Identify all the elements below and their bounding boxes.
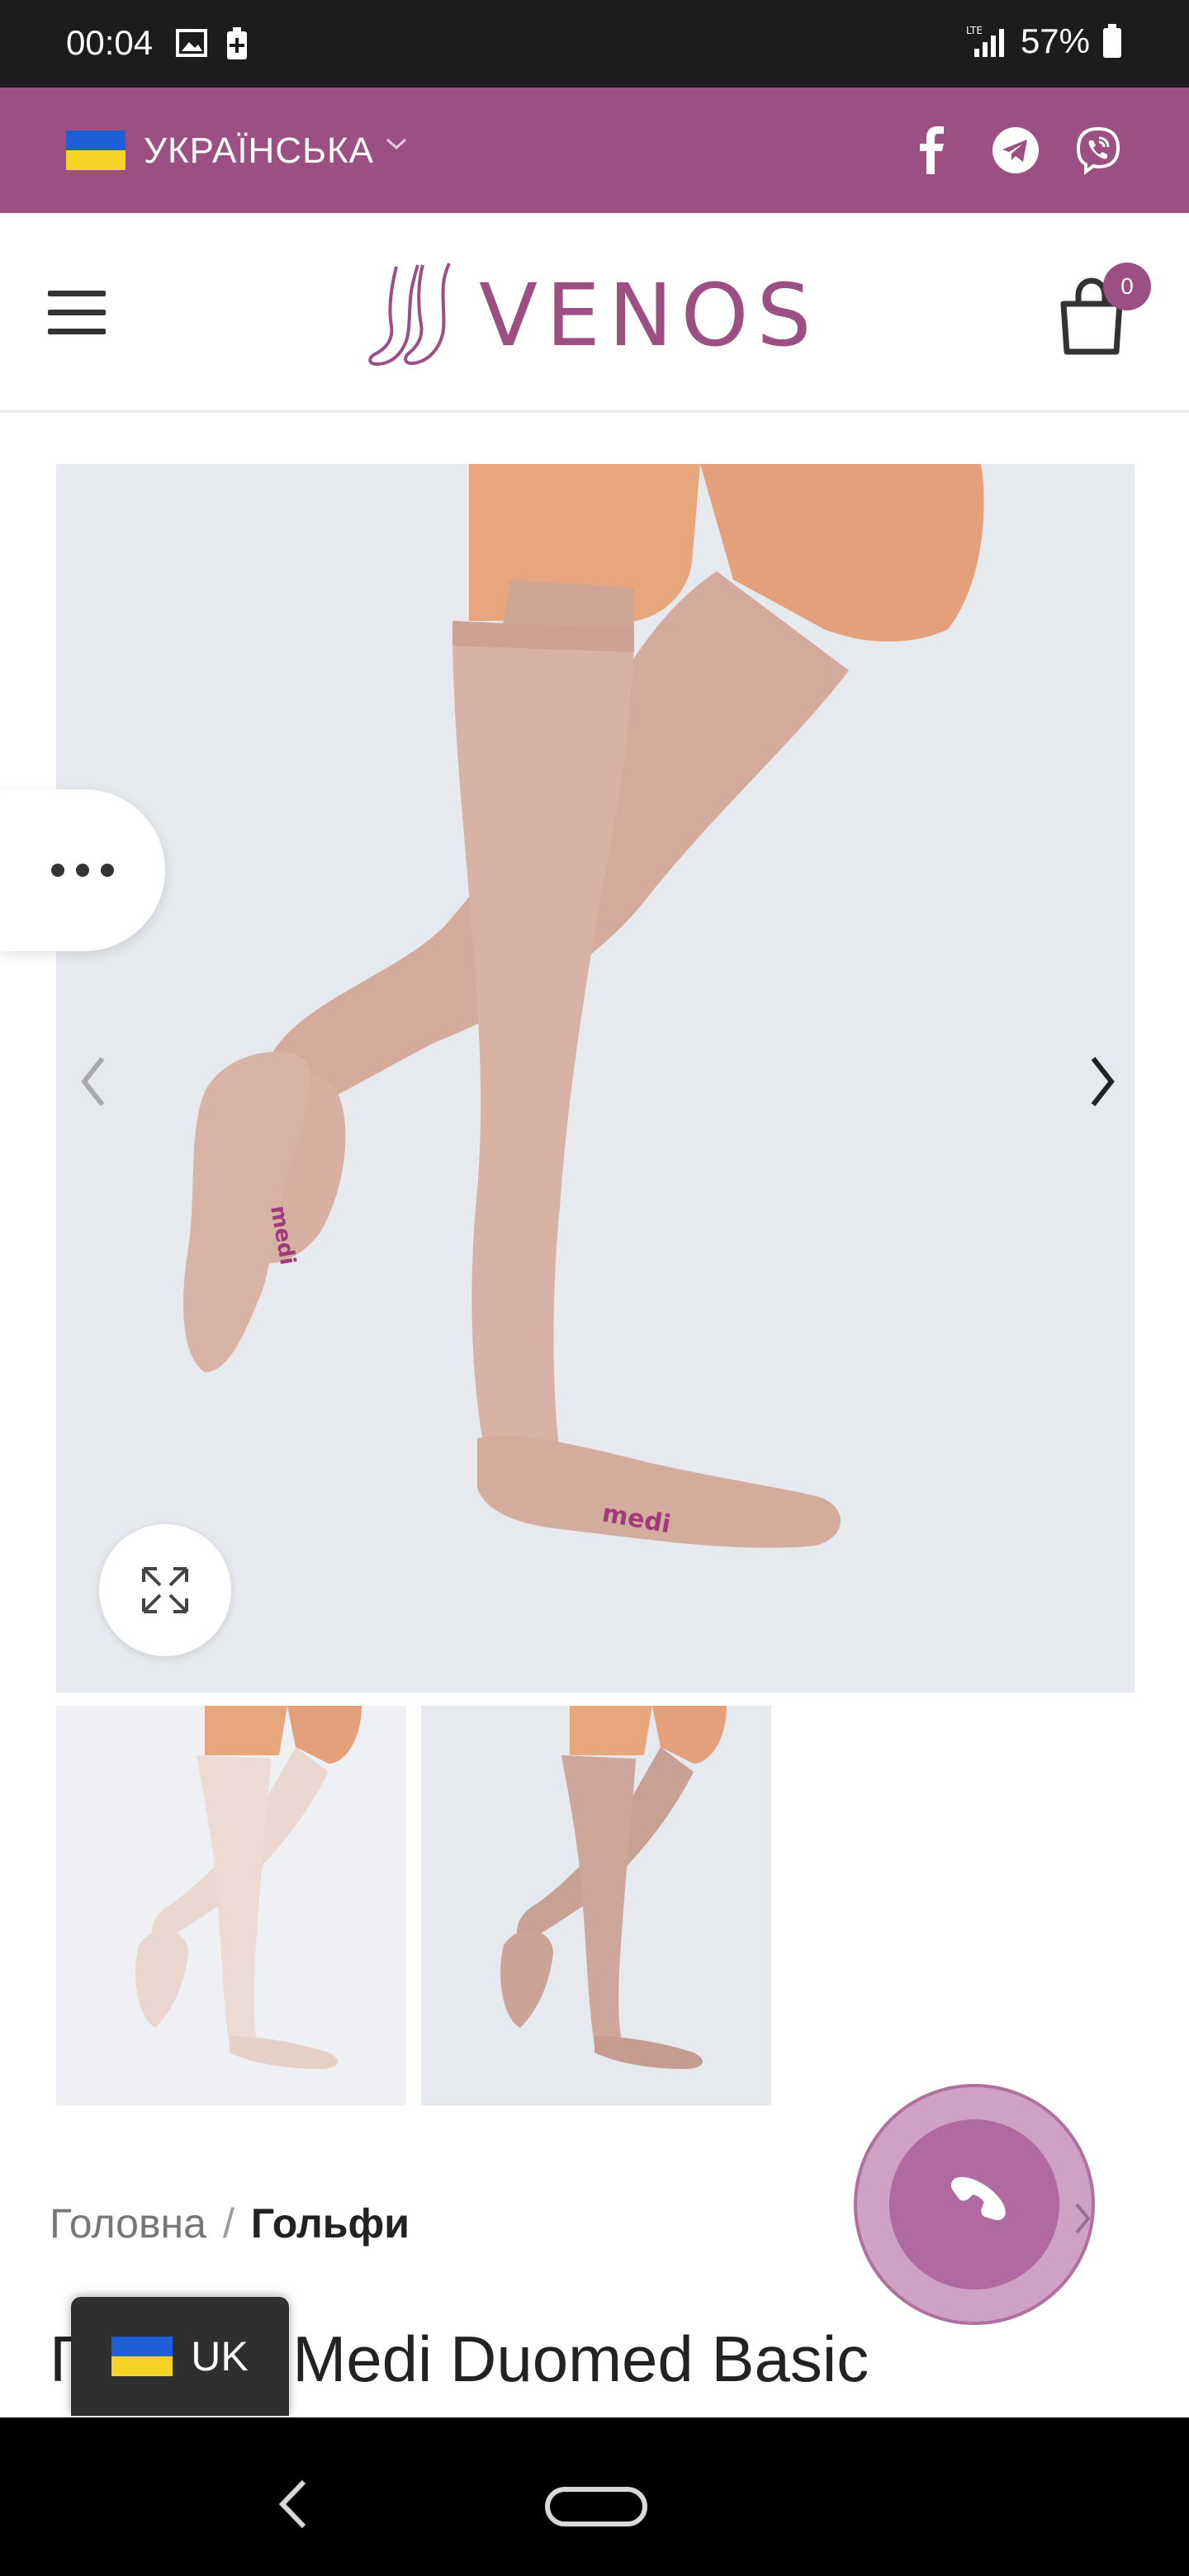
- breadcrumb-home-link[interactable]: Головна: [50, 2200, 206, 2247]
- telegram-icon[interactable]: [991, 125, 1040, 175]
- top-bar: УКРАЇНСЬКА: [0, 88, 1189, 213]
- call-button[interactable]: [854, 2084, 1095, 2325]
- logo-text: VENOS: [479, 265, 820, 366]
- menu-icon[interactable]: [48, 291, 106, 335]
- status-bar: 00:04 LTE 57%: [0, 0, 1189, 88]
- back-icon[interactable]: [272, 2475, 314, 2533]
- facebook-icon[interactable]: [908, 125, 958, 175]
- viber-icon[interactable]: [1073, 125, 1123, 175]
- language-code: UK: [191, 2333, 249, 2379]
- product-photo: medi medi: [183, 464, 984, 1548]
- social-links: [908, 125, 1123, 175]
- home-button[interactable]: [545, 2487, 647, 2526]
- thumbnail-2[interactable]: [421, 1706, 771, 2105]
- svg-text:LTE: LTE: [966, 25, 983, 36]
- logo-legs-icon: [368, 263, 451, 367]
- dot-icon: [101, 864, 114, 877]
- breadcrumb-separator: /: [222, 2200, 234, 2247]
- more-options-button[interactable]: [0, 789, 165, 951]
- battery-saver-icon: [227, 27, 247, 59]
- phone-icon: [950, 2176, 1006, 2221]
- ukraine-flag-icon: [111, 2337, 173, 2376]
- ukraine-flag-icon[interactable]: [66, 130, 126, 170]
- dot-icon: [76, 864, 89, 877]
- cart-count-badge: 0: [1103, 263, 1151, 310]
- chevron-down-icon[interactable]: [385, 135, 408, 152]
- status-right: LTE 57%: [966, 21, 1123, 61]
- dot-icon: [51, 864, 64, 877]
- language-switcher-chip[interactable]: UK: [71, 2297, 289, 2416]
- site-logo[interactable]: VENOS: [363, 258, 834, 373]
- call-button-inner: [889, 2119, 1059, 2290]
- status-time: 00:04: [66, 23, 154, 62]
- battery-icon: [1103, 24, 1121, 58]
- language-selector[interactable]: УКРАЇНСЬКА: [144, 130, 374, 172]
- gallery-prev-arrow[interactable]: [69, 1049, 119, 1115]
- site-header: VENOS 0: [0, 213, 1189, 413]
- thumbnail-photo: [135, 1706, 362, 2069]
- battery-percent: 57%: [1020, 21, 1090, 60]
- breadcrumb: Головна / Гольфи: [50, 2200, 410, 2247]
- gallery-next-arrow[interactable]: [1077, 1049, 1126, 1115]
- android-nav-bar: [0, 2417, 1189, 2576]
- signal-icon: LTE: [966, 25, 1004, 57]
- thumbnail-1[interactable]: [56, 1706, 406, 2105]
- fullscreen-zoom-button[interactable]: [99, 1524, 231, 1656]
- thumbnail-photo: [500, 1706, 727, 2069]
- status-notification-icons: [175, 26, 249, 61]
- gallery-icon: [176, 29, 207, 57]
- breadcrumb-current: Гольфи: [250, 2200, 410, 2247]
- product-main-image[interactable]: medi medi: [56, 464, 1135, 1693]
- expand-icon: [142, 1567, 188, 1613]
